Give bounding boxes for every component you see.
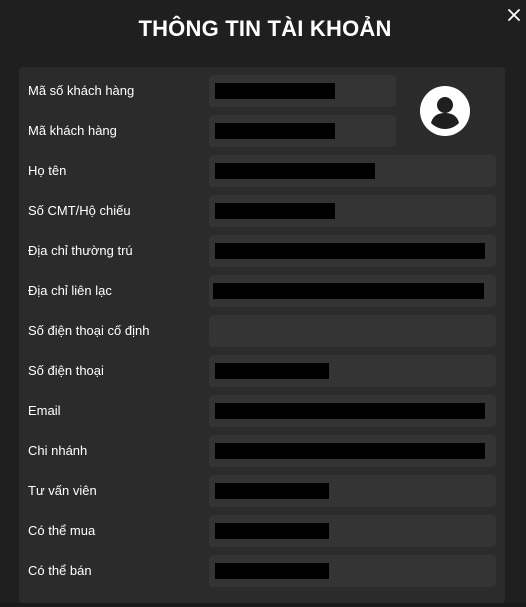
branch-field: [209, 435, 496, 467]
redacted-value: [215, 83, 335, 99]
full-name-field: [209, 155, 496, 187]
permanent-address-field: [209, 235, 496, 267]
can-buy-field: [209, 515, 496, 547]
redacted-value: [215, 163, 375, 179]
field-label: Mã khách hàng: [28, 123, 117, 138]
field-row-full-name: Họ tên: [19, 155, 505, 187]
redacted-value: [215, 523, 329, 539]
close-icon[interactable]: [506, 7, 522, 23]
customer-code-field: [209, 115, 396, 147]
field-row-permanent-address: Địa chỉ thường trú: [19, 235, 505, 267]
field-row-customer-code: Mã khách hàng: [19, 115, 505, 147]
redacted-value: [215, 563, 329, 579]
redacted-value: [215, 483, 329, 499]
can-sell-field: [209, 555, 496, 587]
landline-field: [209, 315, 496, 347]
phone-field: [209, 355, 496, 387]
field-row-email: Email: [19, 395, 505, 427]
field-label: Có thể mua: [28, 523, 96, 538]
redacted-value: [215, 243, 485, 259]
field-row-contact-address: Địa chỉ liên lạc: [19, 275, 505, 307]
field-label: Có thể bán: [28, 563, 92, 578]
redacted-value: [215, 403, 485, 419]
email-field: [209, 395, 496, 427]
account-info-panel: Mã số khách hàng Mã khách hàng Họ tên Số…: [19, 67, 505, 603]
modal-bottom-edge: [0, 603, 526, 607]
modal-title: THÔNG TIN TÀI KHOẢN: [138, 16, 392, 41]
field-label: Số điện thoại cố định: [28, 323, 150, 338]
field-row-customer-number: Mã số khách hàng: [19, 75, 505, 107]
field-row-can-sell: Có thể bán: [19, 555, 505, 587]
field-row-can-buy: Có thể mua: [19, 515, 505, 547]
field-label: Mã số khách hàng: [28, 83, 135, 98]
field-row-advisor: Tư vấn viên: [19, 475, 505, 507]
redacted-value: [215, 203, 335, 219]
field-row-id-passport: Số CMT/Hộ chiếu: [19, 195, 505, 227]
id-passport-field: [209, 195, 496, 227]
redacted-value: [213, 283, 484, 299]
advisor-field: [209, 475, 496, 507]
field-row-branch: Chi nhánh: [19, 435, 505, 467]
field-label: Họ tên: [28, 163, 67, 178]
field-label: Chi nhánh: [28, 443, 88, 458]
contact-address-field: [209, 275, 496, 307]
customer-number-field: [209, 75, 396, 107]
redacted-value: [215, 443, 485, 459]
redacted-value: [215, 123, 335, 139]
field-label: Số CMT/Hộ chiếu: [28, 203, 131, 218]
field-row-phone: Số điện thoại: [19, 355, 505, 387]
field-label: Địa chỉ thường trú: [28, 243, 133, 258]
account-info-modal: THÔNG TIN TÀI KHOẢN Mã số khách hàng Mã …: [0, 0, 526, 607]
field-label: Số điện thoại: [28, 363, 104, 378]
field-row-landline: Số điện thoại cố định: [19, 315, 505, 347]
redacted-value: [215, 363, 329, 379]
field-label: Địa chỉ liên lạc: [28, 283, 112, 298]
field-label: Tư vấn viên: [28, 483, 97, 498]
field-label: Email: [28, 403, 61, 418]
